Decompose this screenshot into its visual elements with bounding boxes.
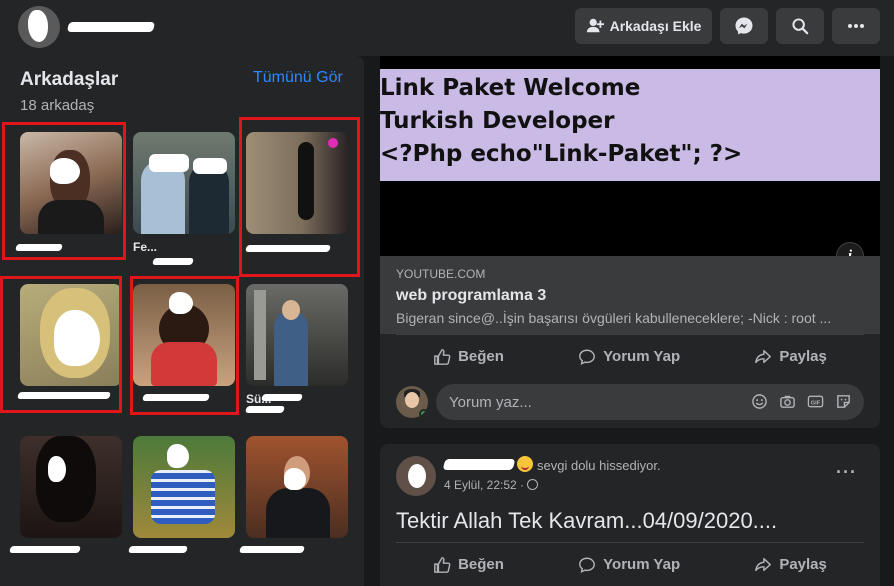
post-more-icon[interactable]: ··· xyxy=(836,462,856,482)
thumbnail-banner: Link Paket Welcome Turkish Developer <?P… xyxy=(380,69,880,181)
top-bar: Arkadaşı Ekle xyxy=(0,0,894,56)
search-icon xyxy=(792,18,809,35)
friend-photo[interactable] xyxy=(246,132,348,234)
thumbs-up-icon xyxy=(434,556,451,573)
link-title[interactable]: web programlama 3 xyxy=(396,287,546,305)
friend-card[interactable] xyxy=(15,132,122,251)
author-avatar[interactable] xyxy=(396,456,436,496)
more-options-button[interactable] xyxy=(832,8,880,44)
friends-title: Arkadaşlar xyxy=(20,69,119,90)
comment-composer: Yorum yaz... GIF xyxy=(396,384,864,420)
like-button[interactable]: Beğen xyxy=(433,556,504,574)
sticker-icon[interactable] xyxy=(835,393,852,410)
friend-card[interactable] xyxy=(133,284,235,401)
share-icon xyxy=(755,557,772,571)
svg-text:GIF: GIF xyxy=(811,400,821,406)
comment-input[interactable]: Yorum yaz... GIF xyxy=(436,384,864,420)
share-button[interactable]: Paylaş xyxy=(754,348,827,366)
globe-icon xyxy=(527,479,539,490)
profile-avatar[interactable] xyxy=(18,6,60,48)
name-scribble-redaction xyxy=(66,22,156,32)
user-avatar[interactable] xyxy=(396,386,428,418)
gif-icon[interactable]: GIF xyxy=(807,393,824,410)
add-friend-button[interactable]: Arkadaşı Ekle xyxy=(575,8,712,44)
comment-button[interactable]: Yorum Yap xyxy=(578,556,680,574)
search-button[interactable] xyxy=(776,8,824,44)
comment-icon xyxy=(579,349,596,365)
friend-card[interactable]: Fe... xyxy=(133,132,235,265)
friend-photo[interactable] xyxy=(246,284,348,386)
friend-photo[interactable] xyxy=(133,284,235,386)
messenger-icon xyxy=(735,17,753,35)
emoji-icon[interactable] xyxy=(751,393,768,410)
post-timestamp[interactable]: 4 Eylül, 22:52 · xyxy=(444,478,539,492)
share-button[interactable]: Paylaş xyxy=(754,556,827,574)
share-icon xyxy=(755,349,772,363)
friend-photo[interactable] xyxy=(20,132,122,234)
like-button[interactable]: Beğen xyxy=(433,348,504,366)
comment-icon xyxy=(579,557,596,573)
comment-placeholder: Yorum yaz... xyxy=(449,394,532,411)
friend-card[interactable]: Sü... xyxy=(245,284,348,413)
thumbnail-text-line: <?Php echo"Link-Paket"; ?> xyxy=(380,141,743,167)
friend-card[interactable] xyxy=(128,436,235,553)
friend-card[interactable] xyxy=(239,436,348,553)
friend-photo[interactable] xyxy=(246,436,348,538)
comment-button[interactable]: Yorum Yap xyxy=(578,348,680,366)
feeling-text: sevgi dolu hissediyor. xyxy=(537,458,661,473)
friend-photo[interactable] xyxy=(133,436,235,538)
comment-tools: GIF xyxy=(751,393,852,410)
status-post: sevgi dolu hissediyor. 4 Eylül, 22:52 · … xyxy=(380,444,880,586)
video-thumbnail[interactable]: Link Paket Welcome Turkish Developer <?P… xyxy=(380,56,880,270)
friend-card[interactable] xyxy=(17,284,122,399)
friend-name[interactable]: Fe... xyxy=(133,240,235,254)
post-actions: Beğen Yorum Yap Paylaş xyxy=(396,334,864,378)
link-post: Link Paket Welcome Turkish Developer <?P… xyxy=(380,56,880,428)
author-name-redaction[interactable] xyxy=(442,459,516,470)
thumbs-up-icon xyxy=(434,348,451,365)
camera-icon[interactable] xyxy=(779,393,796,410)
friend-photo[interactable] xyxy=(20,436,122,538)
friend-photo[interactable] xyxy=(20,284,122,386)
post-actions: Beğen Yorum Yap Paylaş xyxy=(396,542,864,586)
add-friend-icon xyxy=(586,18,604,33)
thumbnail-text-line: Link Paket Welcome xyxy=(380,75,641,101)
link-description: Bigeran since@..İşin başarısı övgüleri k… xyxy=(396,310,832,326)
more-icon xyxy=(848,24,864,28)
feeling-emoji-icon xyxy=(517,456,533,472)
messenger-button[interactable] xyxy=(720,8,768,44)
friends-count: 18 arkadaş xyxy=(20,97,95,114)
link-preview[interactable]: YOUTUBE.COM web programlama 3 Bigeran si… xyxy=(380,256,880,334)
profile-name[interactable] xyxy=(66,16,156,34)
friend-card[interactable] xyxy=(245,132,348,252)
friend-card[interactable] xyxy=(9,436,122,553)
add-friend-label: Arkadaşı Ekle xyxy=(609,18,702,34)
thumbnail-text-line: Turkish Developer xyxy=(380,108,615,134)
friend-photo[interactable] xyxy=(133,132,235,234)
friends-panel: Arkadaşlar 18 arkadaş Tümünü Gör Fe... S… xyxy=(0,56,364,586)
see-all-friends-link[interactable]: Tümünü Gör xyxy=(253,69,343,87)
post-text: Tektir Allah Tek Kavram...04/09/2020.... xyxy=(396,508,778,533)
online-status-dot xyxy=(419,409,428,418)
link-domain: YOUTUBE.COM xyxy=(396,267,486,281)
